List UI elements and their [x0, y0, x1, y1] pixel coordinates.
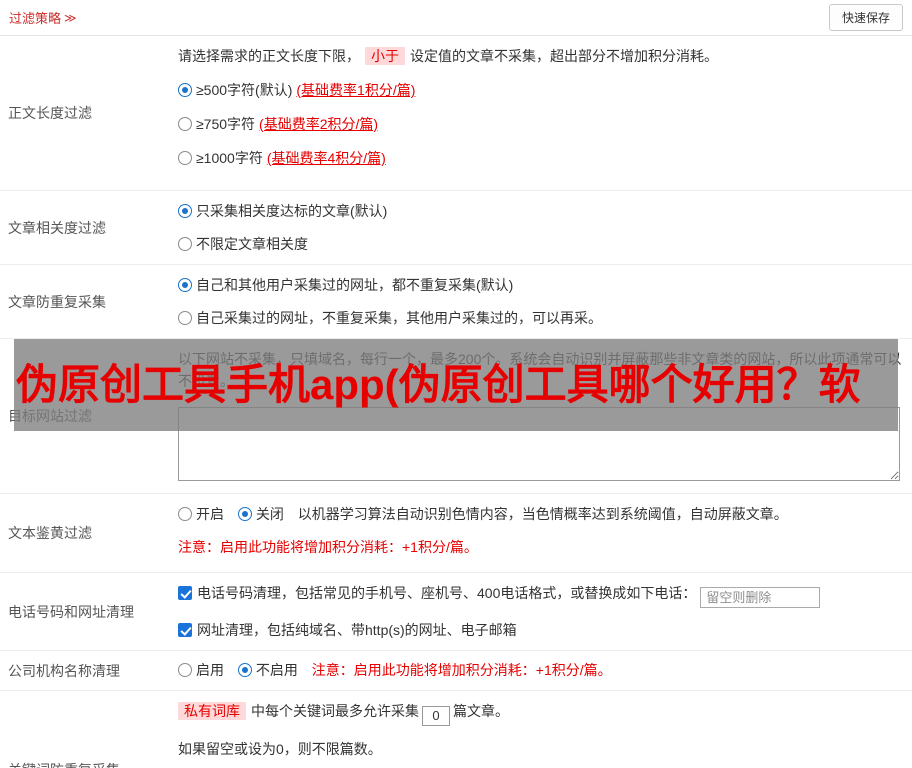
row-content-keyword: 私有词库中每个关键词最多允许采集篇文章。 如果留空或设为0，则不限篇数。 如果设…: [172, 691, 912, 768]
dedup-option-all-users[interactable]: 自己和其他用户采集过的网址，都不重复采集(默认): [178, 274, 904, 296]
porn-option-on[interactable]: 开启: [178, 506, 224, 522]
option-label: 不限定文章相关度: [196, 236, 308, 252]
length-intro-before: 请选择需求的正文长度下限，: [178, 48, 360, 64]
row-label-porn: 文本鉴黄过滤: [8, 525, 92, 541]
porn-filter-options: 开启 关闭 以机器学习算法自动识别色情内容，当色情概率达到系统阈值，自动屏蔽文章…: [178, 503, 904, 525]
option-label: 不启用: [255, 662, 298, 678]
row-label-site: 目标网站过滤: [8, 408, 92, 424]
dedup-option-self-only[interactable]: 自己采集过的网址，不重复采集，其他用户采集过的，可以再采。: [178, 307, 904, 329]
checkbox-label: 电话号码清理，包括常见的手机号、座机号、400电话格式，或替换成如下电话：: [197, 585, 697, 601]
radio-icon[interactable]: [237, 663, 252, 677]
chevron-double-icon: ≫: [64, 10, 77, 25]
row-porn-filter: 文本鉴黄过滤 开启 关闭 以机器学习算法自动识别色情内容，当色情概率达到系统阈值…: [0, 494, 912, 573]
checkbox-icon[interactable]: [178, 623, 192, 637]
relevance-option-strict[interactable]: 只采集相关度达标的文章(默认): [178, 200, 904, 222]
row-phone-url-clean: 电话号码和网址清理 电话号码清理，包括常见的手机号、座机号、400电话格式，或替…: [0, 573, 912, 651]
length-intro: 请选择需求的正文长度下限， 小于 设定值的文章不采集，超出部分不增加积分消耗。: [178, 45, 904, 67]
phone-clean-option[interactable]: 电话号码清理，包括常见的手机号、座机号、400电话格式，或替换成如下电话：: [178, 582, 904, 608]
row-content-site: 以下网站不采集，只填域名，每行一个，最多200个。系统会自动识别并屏蔽那些非文章…: [172, 339, 912, 493]
row-label-keyword: 关键词防重复采集: [0, 691, 172, 768]
fee-note: (基础费率2积分/篇): [259, 116, 379, 132]
radio-icon[interactable]: [178, 151, 192, 165]
site-filter-description: 以下网站不采集，只填域名，每行一个，最多200个。系统会自动识别并屏蔽那些非文章…: [178, 351, 902, 389]
company-clean-note: 注意：启用此功能将增加积分消耗：+1积分/篇。: [311, 662, 612, 678]
row-company-clean: 公司机构名称清理 启用 不启用 注意：启用此功能将增加积分消耗：+1积分/篇。: [0, 651, 912, 691]
row-label-company: 公司机构名称清理: [8, 662, 120, 679]
length-intro-after: 设定值的文章不采集，超出部分不增加积分消耗。: [410, 48, 718, 64]
row-length-filter: 正文长度过滤 请选择需求的正文长度下限， 小于 设定值的文章不采集，超出部分不增加积…: [0, 36, 912, 191]
length-intro-highlight: 小于: [365, 47, 405, 65]
radio-icon[interactable]: [178, 204, 192, 218]
length-option-500[interactable]: ≥500字符(默认) (基础费率1积分/篇): [178, 79, 904, 101]
page-title-text: 过滤策略: [9, 11, 62, 26]
radio-icon[interactable]: [178, 507, 192, 521]
length-option-750[interactable]: ≥750字符 (基础费率2积分/篇): [178, 113, 904, 135]
quick-save-button[interactable]: 快速保存: [828, 4, 903, 31]
keyword-limit-text: 中每个关键词最多允许采集: [251, 703, 419, 719]
blocked-sites-textarea[interactable]: [178, 407, 900, 481]
row-dedup-collect: 文章防重复采集 自己和其他用户采集过的网址，都不重复采集(默认) 自己采集过的网…: [0, 265, 912, 339]
row-content-company: 启用 不启用 注意：启用此功能将增加积分消耗：+1积分/篇。: [172, 651, 912, 690]
row-site-filter: 目标网站过滤 以下网站不采集，只填域名，每行一个，最多200个。系统会自动识别并…: [0, 339, 912, 494]
row-relevance-filter: 文章相关度过滤 只采集相关度达标的文章(默认) 不限定文章相关度: [0, 191, 912, 265]
porn-filter-note: 注意：启用此功能将增加积分消耗：+1积分/篇。: [178, 539, 478, 555]
radio-icon[interactable]: [178, 237, 192, 251]
option-label: ≥750字符: [196, 116, 256, 132]
keyword-limit-suffix: 篇文章。: [453, 703, 509, 719]
porn-option-off[interactable]: 关闭: [237, 506, 284, 522]
option-label: 自己和其他用户采集过的网址，都不重复采集(默认): [196, 277, 514, 293]
url-clean-option[interactable]: 网址清理，包括纯域名、带http(s)的网址、电子邮箱: [178, 619, 904, 641]
radio-icon[interactable]: [178, 663, 192, 677]
radio-icon[interactable]: [178, 83, 192, 97]
page-header: 过滤策略 ≫ 快速保存: [0, 0, 912, 36]
radio-icon[interactable]: [237, 507, 252, 521]
row-content-relevance: 只采集相关度达标的文章(默认) 不限定文章相关度: [172, 191, 912, 264]
row-keyword-dedup: 关键词防重复采集 私有词库中每个关键词最多允许采集 篇文章。 如果留空或设为0，则…: [0, 691, 912, 768]
row-content-phone: 电话号码清理，包括常见的手机号、座机号、400电话格式，或替换成如下电话： 网址…: [172, 573, 912, 650]
page-title: 过滤策略 ≫: [9, 8, 77, 27]
company-option-on[interactable]: 启用: [178, 662, 224, 678]
company-option-off[interactable]: 不启用: [237, 662, 298, 678]
option-label: 关闭: [255, 506, 284, 522]
fee-note: (基础费率4积分/篇): [266, 150, 386, 166]
option-label: 开启: [196, 506, 224, 522]
radio-icon[interactable]: [178, 311, 192, 325]
porn-filter-description: 以机器学习算法自动识别色情内容，当色情概率达到系统阈值，自动屏蔽文章。: [297, 506, 788, 522]
row-content-length: 请选择需求的正文长度下限， 小于 设定值的文章不采集，超出部分不增加积分消耗。 ≥5…: [172, 36, 912, 190]
length-option-1000[interactable]: ≥1000字符 (基础费率4积分/篇): [178, 147, 904, 169]
checkbox-icon[interactable]: [178, 586, 192, 600]
row-label-relevance: 文章相关度过滤: [8, 219, 106, 236]
option-label: 自己采集过的网址，不重复采集，其他用户采集过的，可以再采。: [196, 310, 602, 326]
option-label: ≥500字符(默认): [196, 82, 293, 98]
keyword-limit-line: 私有词库中每个关键词最多允许采集 篇文章。: [178, 700, 904, 726]
keyword-note-zero: 如果留空或设为0，则不限篇数。: [178, 740, 382, 757]
row-label-phone: 电话号码和网址清理: [8, 603, 134, 620]
radio-icon[interactable]: [178, 278, 192, 292]
keyword-limit-input[interactable]: [422, 705, 450, 726]
fee-note: (基础费率1积分/篇): [296, 82, 416, 98]
row-label-length: 正文长度过滤: [8, 105, 92, 121]
filter-strategy-page: 过滤策略 ≫ 快速保存 正文长度过滤 请选择需求的正文长度下限， 小于 设定值的文章…: [0, 0, 912, 768]
option-label: 只采集相关度达标的文章(默认): [196, 203, 388, 219]
replacement-phone-input[interactable]: [700, 587, 821, 608]
row-content-porn: 开启 关闭 以机器学习算法自动识别色情内容，当色情概率达到系统阈值，自动屏蔽文章…: [172, 494, 912, 572]
private-lexicon-highlight: 私有词库: [178, 702, 246, 720]
company-clean-options: 启用 不启用 注意：启用此功能将增加积分消耗：+1积分/篇。: [178, 659, 904, 681]
row-label-dedup: 文章防重复采集: [8, 293, 106, 310]
relevance-option-any[interactable]: 不限定文章相关度: [178, 233, 904, 255]
option-label: 启用: [196, 662, 224, 678]
checkbox-label: 网址清理，包括纯域名、带http(s)的网址、电子邮箱: [197, 622, 517, 638]
row-content-dedup: 自己和其他用户采集过的网址，都不重复采集(默认) 自己采集过的网址，不重复采集，…: [172, 265, 912, 338]
option-label: ≥1000字符: [196, 150, 263, 166]
radio-icon[interactable]: [178, 117, 192, 131]
